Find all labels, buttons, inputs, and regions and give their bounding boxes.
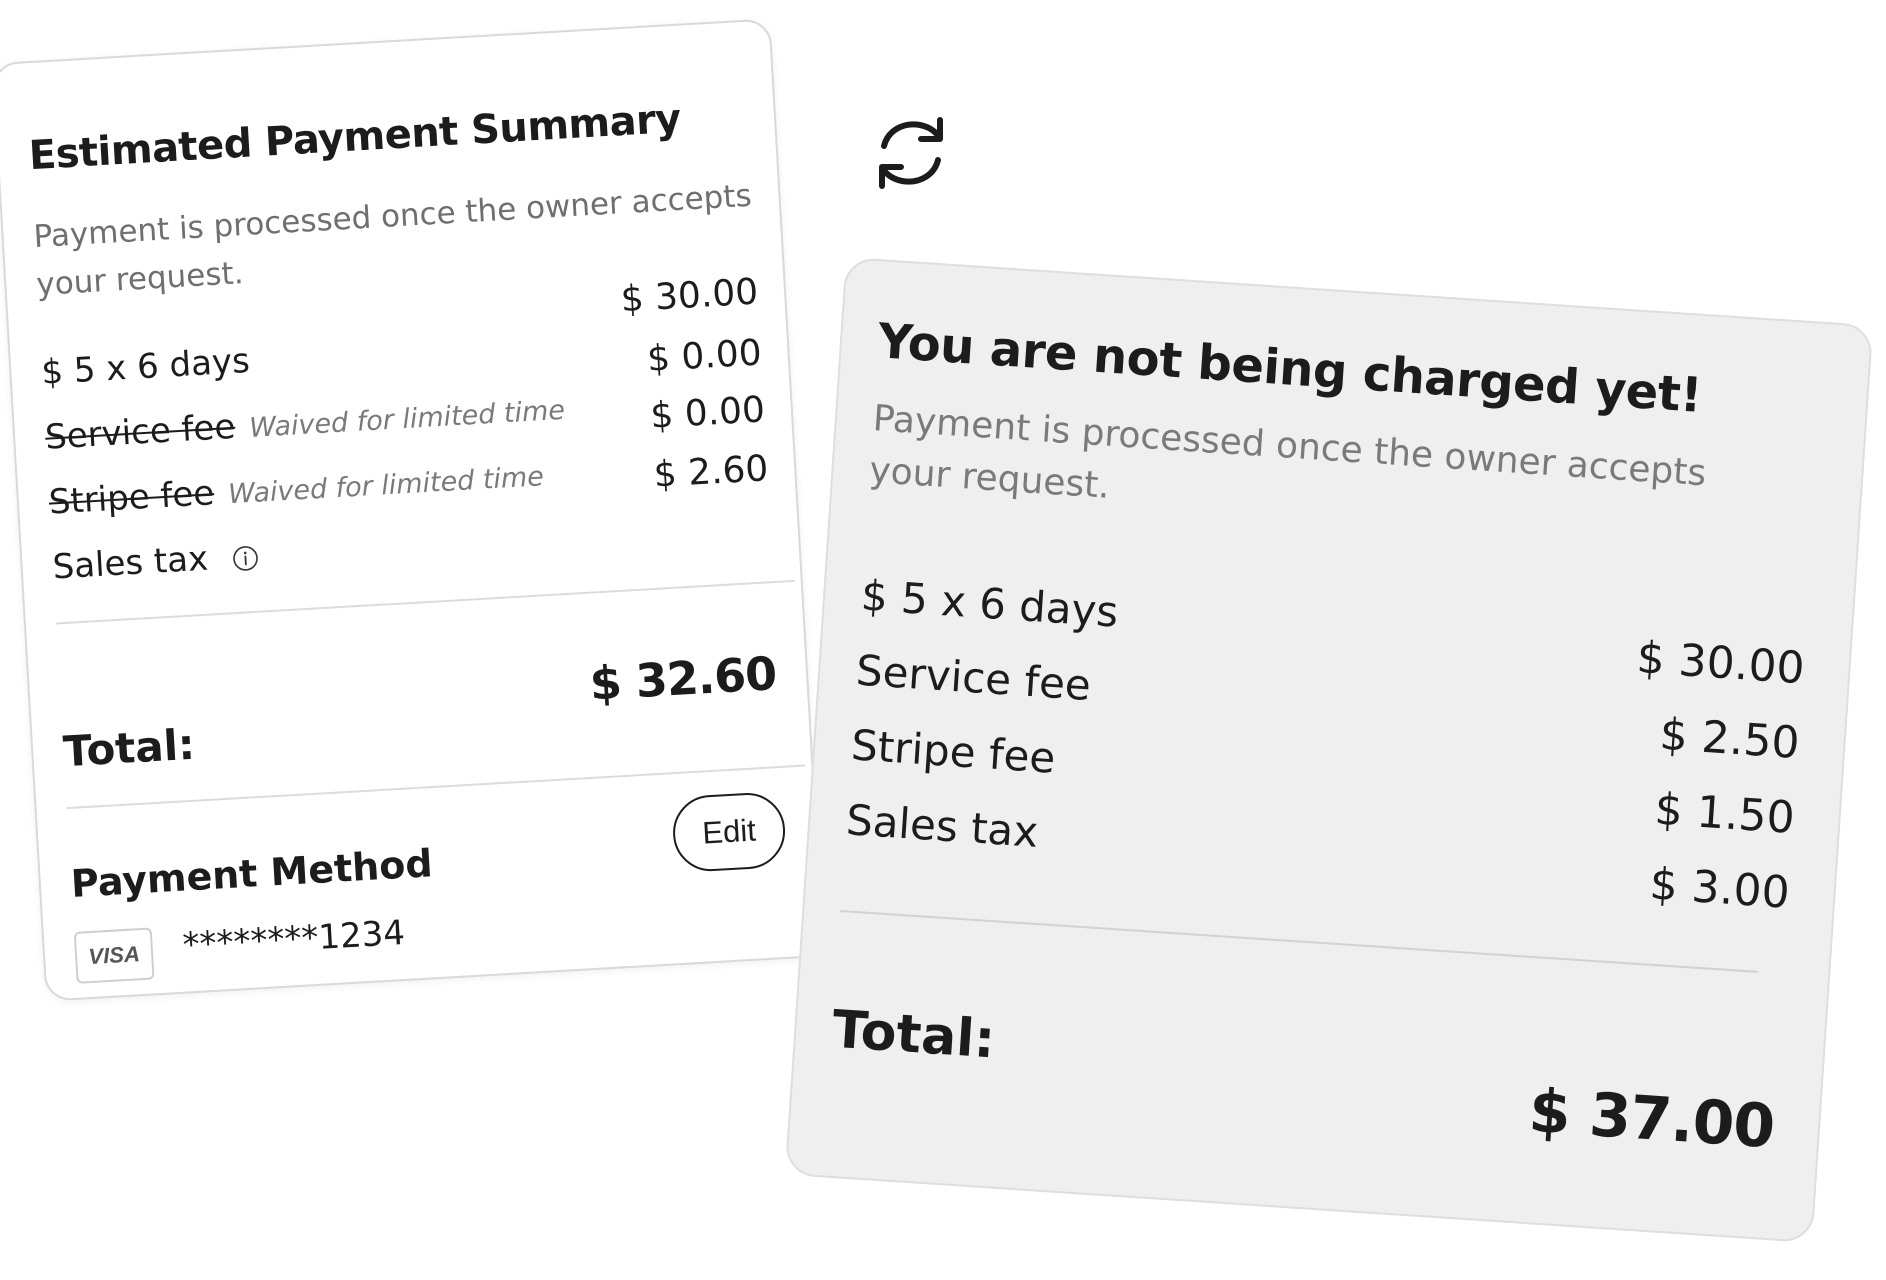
line-item-label: Service fee [44,406,237,458]
line-item-amount: $ 30.00 [1635,632,1807,695]
payment-method-title: Payment Method [69,841,434,906]
line-item-amount: $ 0.00 [649,389,767,437]
line-item-amount: $ 30.00 [619,271,760,321]
info-icon[interactable] [232,544,259,571]
total-amount: $ 37.00 [1526,1076,1777,1163]
refresh-icon [879,117,943,189]
line-item-label: Stripe fee [849,720,1057,783]
line-item-label: Sales tax [51,538,210,588]
line-item-amount: $ 1.50 [1653,783,1797,844]
estimated-payment-summary-card: Estimated Payment Summary Payment is pro… [0,18,825,1002]
line-item-label: $ 5 x 6 days [859,570,1120,637]
waived-note: Waived for limited time [248,394,566,444]
line-item-amount: $ 3.00 [1648,858,1792,919]
divider [840,909,1759,973]
edit-payment-method-button[interactable]: Edit [670,790,788,874]
stage: Estimated Payment Summary Payment is pro… [0,0,1886,1280]
line-item-amount: $ 2.60 [652,448,770,496]
total-amount: $ 32.60 [588,646,778,711]
waived-note: Waived for limited time [227,461,545,511]
line-item-label: $ 5 x 6 days [40,340,251,393]
line-item-label: Stripe fee [47,473,216,523]
line-item-label: Sales tax [844,795,1040,857]
visa-card-icon: VISA [73,927,155,984]
line-item-amount: $ 2.50 [1658,708,1802,770]
summary-title: Estimated Payment Summary [27,95,683,180]
total-label: Total: [61,719,197,777]
masked-card-number: ********1234 [181,912,407,966]
not-charged-card: You are not being charged yet! Payment i… [784,256,1874,1244]
total-label: Total: [830,999,997,1071]
line-item-label: Service fee [854,645,1093,711]
line-item-amount: $ 0.00 [646,332,763,380]
